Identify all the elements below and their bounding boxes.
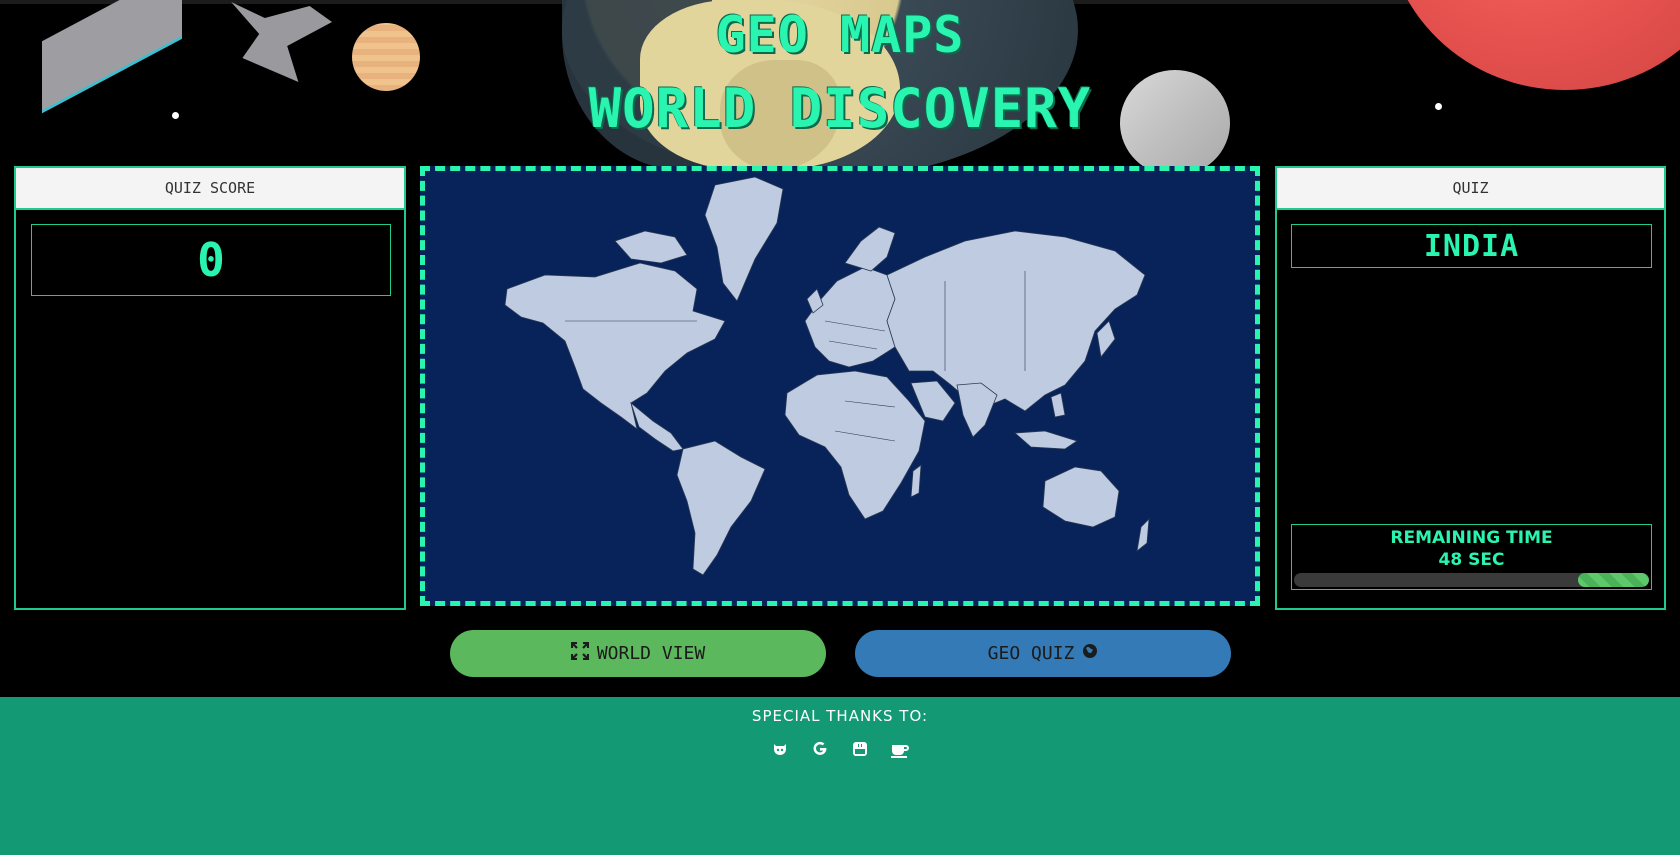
country-south-america	[676, 440, 766, 576]
country-central-america	[630, 401, 684, 452]
country-philippines	[1050, 392, 1066, 418]
country-canada-islands	[614, 230, 688, 264]
planet-decoration	[352, 23, 420, 91]
star-decoration	[1435, 103, 1442, 110]
country-north-america	[504, 262, 726, 430]
country-africa	[784, 370, 926, 520]
coffee-icon[interactable]	[890, 739, 910, 759]
google-icon[interactable]	[810, 739, 830, 759]
country-new-zealand	[1136, 517, 1150, 552]
footer: SPECIAL THANKS TO:	[0, 697, 1680, 855]
country-indonesia	[1014, 430, 1078, 450]
country-scandinavia	[844, 226, 896, 272]
star-decoration	[172, 112, 179, 119]
country-australia	[1042, 466, 1120, 528]
red-planet-decoration	[1385, 0, 1680, 90]
footer-links	[0, 739, 1680, 759]
quiz-panel-heading: QUIZ	[1277, 168, 1664, 210]
timer-label: REMAINING TIME	[1390, 528, 1553, 548]
country-europe	[804, 266, 896, 368]
time-progress-bar	[1294, 573, 1649, 587]
score-panel-heading: QUIZ SCORE	[16, 168, 404, 210]
score-panel: QUIZ SCORE 0	[14, 166, 406, 610]
country-india	[956, 382, 998, 438]
geo-quiz-button[interactable]: GEO QUIZ	[855, 630, 1231, 677]
world-view-label: WORLD VIEW	[596, 643, 706, 664]
world-view-button[interactable]: WORLD VIEW	[450, 630, 826, 677]
title-line-2: WORLD DISCOVERY	[588, 77, 1092, 140]
footer-title: SPECIAL THANKS TO:	[751, 707, 929, 725]
timer-box: REMAINING TIME 48 SEC	[1291, 524, 1652, 590]
time-progress-fill	[1578, 573, 1649, 587]
country-madagascar	[910, 464, 922, 498]
quiz-panel: QUIZ INDIA REMAINING TIME 48 SEC	[1275, 166, 1666, 610]
timer-value: 48 SEC	[1438, 550, 1505, 570]
score-value: 0	[31, 224, 391, 296]
github-icon[interactable]	[770, 739, 790, 759]
country-greenland	[704, 176, 784, 302]
expand-icon	[570, 641, 589, 665]
shuttle-decoration	[231, 2, 332, 82]
quiz-country-name: INDIA	[1291, 224, 1652, 268]
satellite-decoration	[42, 0, 182, 114]
world-map[interactable]	[420, 166, 1260, 606]
world-map-svg[interactable]	[425, 171, 1255, 601]
page-title: GEO MAPS WORLD DISCOVERY	[540, 2, 1140, 150]
globe-icon	[1082, 643, 1098, 664]
geo-quiz-label: GEO QUIZ	[987, 643, 1075, 664]
title-line-1: GEO MAPS	[715, 6, 965, 64]
youtube-icon[interactable]	[850, 739, 870, 759]
